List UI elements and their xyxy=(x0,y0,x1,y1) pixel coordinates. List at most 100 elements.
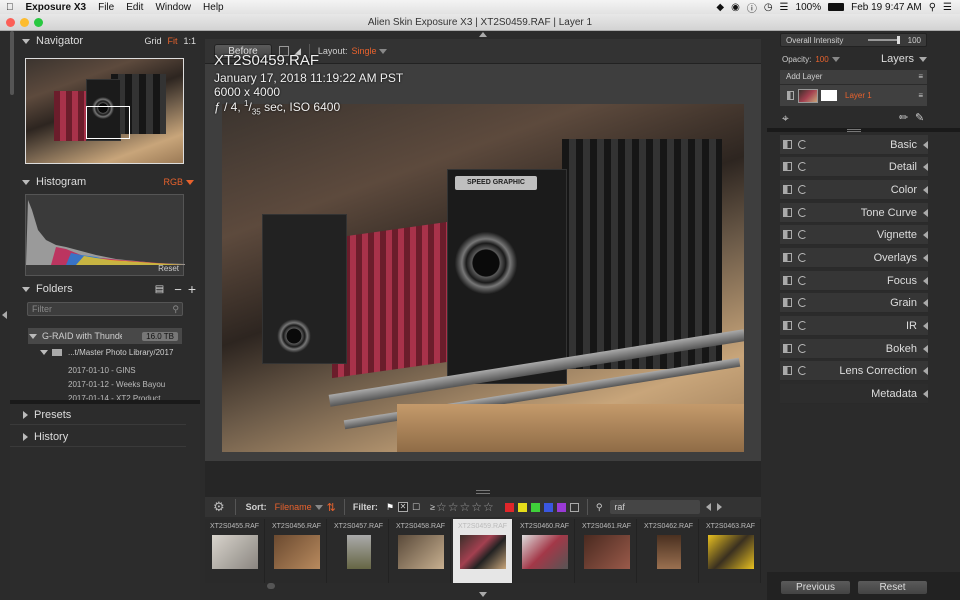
visibility-icon[interactable] xyxy=(783,321,792,330)
flag-unflagged-icon[interactable]: ☐ xyxy=(412,502,420,513)
visibility-icon[interactable] xyxy=(783,344,792,353)
drag-handle-icon[interactable]: ≡ xyxy=(918,70,923,84)
erase-brush-icon[interactable]: ✎ xyxy=(915,111,924,124)
visibility-icon[interactable] xyxy=(783,366,792,375)
panel-vignette[interactable]: Vignette xyxy=(780,225,928,245)
folders-filter-input[interactable]: Filter ⚲ xyxy=(27,302,183,316)
search-tool-icon[interactable]: ⚲ xyxy=(596,502,603,513)
panel-lens-correction[interactable]: Lens Correction xyxy=(780,361,928,381)
reset-icon[interactable] xyxy=(798,208,807,217)
navigator-preview[interactable] xyxy=(25,58,184,164)
histogram-mode[interactable]: RGB xyxy=(163,177,183,187)
panel-basic[interactable]: Basic xyxy=(780,135,928,155)
remove-folder-icon[interactable]: − xyxy=(174,282,182,297)
visibility-icon[interactable] xyxy=(783,253,792,262)
sync-icon[interactable]: ◉ xyxy=(731,2,740,13)
overall-intensity-slider[interactable] xyxy=(867,36,900,44)
color-label-purple[interactable] xyxy=(556,502,566,512)
reset-icon[interactable] xyxy=(798,230,807,239)
panel-bokeh[interactable]: Bokeh xyxy=(780,339,928,359)
navigator-1to1[interactable]: 1:1 xyxy=(183,36,196,46)
visibility-icon[interactable] xyxy=(783,162,792,171)
presets-header[interactable]: Presets xyxy=(10,405,186,425)
color-label-none[interactable] xyxy=(569,502,579,512)
battery-label[interactable]: 100% xyxy=(796,2,822,13)
drive-row[interactable]: G-RAID with Thunderbolt 16.0 TB xyxy=(28,328,182,344)
reset-icon[interactable] xyxy=(798,253,807,262)
navigator-header[interactable]: Navigator Grid Fit 1:1 xyxy=(18,31,196,51)
history-header[interactable]: History xyxy=(10,427,186,447)
thumbnail[interactable]: XT2S0455.RAF xyxy=(205,519,265,583)
reset-icon[interactable] xyxy=(798,162,807,171)
overall-intensity-value[interactable]: 100 xyxy=(908,36,921,45)
notification-center-icon[interactable]: ☰ xyxy=(943,2,952,13)
layer-visibility-icon[interactable] xyxy=(787,91,794,100)
rating-operator[interactable]: ≥ xyxy=(430,502,435,512)
visibility-icon[interactable] xyxy=(783,208,792,217)
wifi-icon[interactable]: ☰ xyxy=(780,2,789,13)
add-folder-icon[interactable]: + xyxy=(188,281,196,297)
folder-browse-icon[interactable]: ▤ xyxy=(155,284,164,295)
histogram-reset[interactable]: Reset xyxy=(158,264,179,273)
reset-icon[interactable] xyxy=(798,185,807,194)
right-resize-handle[interactable] xyxy=(847,129,861,132)
previous-button[interactable]: Previous xyxy=(780,580,851,595)
navigator-viewport-box[interactable] xyxy=(86,106,130,139)
collapse-left-panel-icon[interactable] xyxy=(2,311,7,319)
visibility-icon[interactable] xyxy=(783,140,792,149)
folders-header[interactable]: Folders ▤ − + xyxy=(18,279,196,299)
filmstrip-resize-handle[interactable] xyxy=(476,490,490,494)
crop-tool-icon[interactable]: ⌖ xyxy=(782,111,789,126)
filmstrip-next-icon[interactable] xyxy=(717,503,723,511)
left-scrollbar[interactable] xyxy=(10,31,14,95)
panel-ir[interactable]: IR xyxy=(780,316,928,336)
color-label-yellow[interactable] xyxy=(517,502,527,512)
panel-tone-curve[interactable]: Tone Curve xyxy=(780,203,928,223)
histogram-header[interactable]: Histogram RGB xyxy=(18,172,196,192)
rating-stars[interactable]: ☆☆☆☆☆ xyxy=(436,500,495,514)
visibility-icon[interactable] xyxy=(783,185,792,194)
reset-icon[interactable] xyxy=(798,344,807,353)
filmstrip-prev-icon[interactable] xyxy=(706,503,712,511)
flag-reject-icon[interactable]: ✕ xyxy=(397,502,408,512)
sort-direction-icon[interactable]: ⇅ xyxy=(327,501,336,514)
reset-icon[interactable] xyxy=(798,298,807,307)
slider-thumb[interactable] xyxy=(896,36,900,44)
reset-icon[interactable] xyxy=(798,321,807,330)
menu-app-name[interactable]: Exposure X3 xyxy=(20,2,93,13)
menu-help[interactable]: Help xyxy=(197,2,230,13)
thumbnail[interactable]: XT2S0463.RAF xyxy=(701,519,761,583)
reset-icon[interactable] xyxy=(798,366,807,375)
library-row[interactable]: ...t/Master Photo Library/2017 xyxy=(40,348,190,357)
info-icon[interactable]: ⓘ xyxy=(747,0,757,15)
color-label-green[interactable] xyxy=(530,502,540,512)
minimize-window-button[interactable] xyxy=(20,18,29,27)
apple-icon[interactable]:  xyxy=(0,2,20,13)
layer-row[interactable]: Layer 1 ≡ xyxy=(780,85,927,106)
sort-select[interactable]: Filename xyxy=(275,502,312,512)
spotlight-icon[interactable]: ⚲ xyxy=(929,2,936,13)
filmstrip-scrollbar[interactable] xyxy=(267,583,275,589)
close-window-button[interactable] xyxy=(6,18,15,27)
filmstrip-search-input[interactable]: raf xyxy=(610,500,701,514)
battery-icon[interactable] xyxy=(828,3,845,11)
color-label-blue[interactable] xyxy=(543,502,553,512)
navigator-fit[interactable]: Fit xyxy=(167,36,177,46)
panel-focus[interactable]: Focus xyxy=(780,271,928,291)
visibility-icon[interactable] xyxy=(783,276,792,285)
menu-edit[interactable]: Edit xyxy=(120,2,149,13)
reset-button[interactable]: Reset xyxy=(857,580,928,595)
thumbnail[interactable]: XT2S0457.RAF xyxy=(329,519,389,583)
add-layer-button[interactable]: Add Layer ≡ xyxy=(780,70,927,84)
panel-grain[interactable]: Grain xyxy=(780,293,928,313)
thumbnail[interactable]: XT2S0458.RAF xyxy=(391,519,451,583)
flag-pick-icon[interactable]: ⚑ xyxy=(386,502,394,513)
collapse-top-icon[interactable] xyxy=(479,32,487,37)
thumbnail[interactable]: XT2S0456.RAF xyxy=(267,519,327,583)
menubar-clock[interactable]: Feb 19 9:47 AM xyxy=(851,2,922,13)
visibility-icon[interactable] xyxy=(783,230,792,239)
navigator-grid[interactable]: Grid xyxy=(144,36,161,46)
collapse-bottom-icon[interactable] xyxy=(479,592,487,597)
settings-gear-icon[interactable]: ⚙ xyxy=(213,499,225,515)
main-photo[interactable]: SPEED GRAPHIC xyxy=(222,104,744,452)
